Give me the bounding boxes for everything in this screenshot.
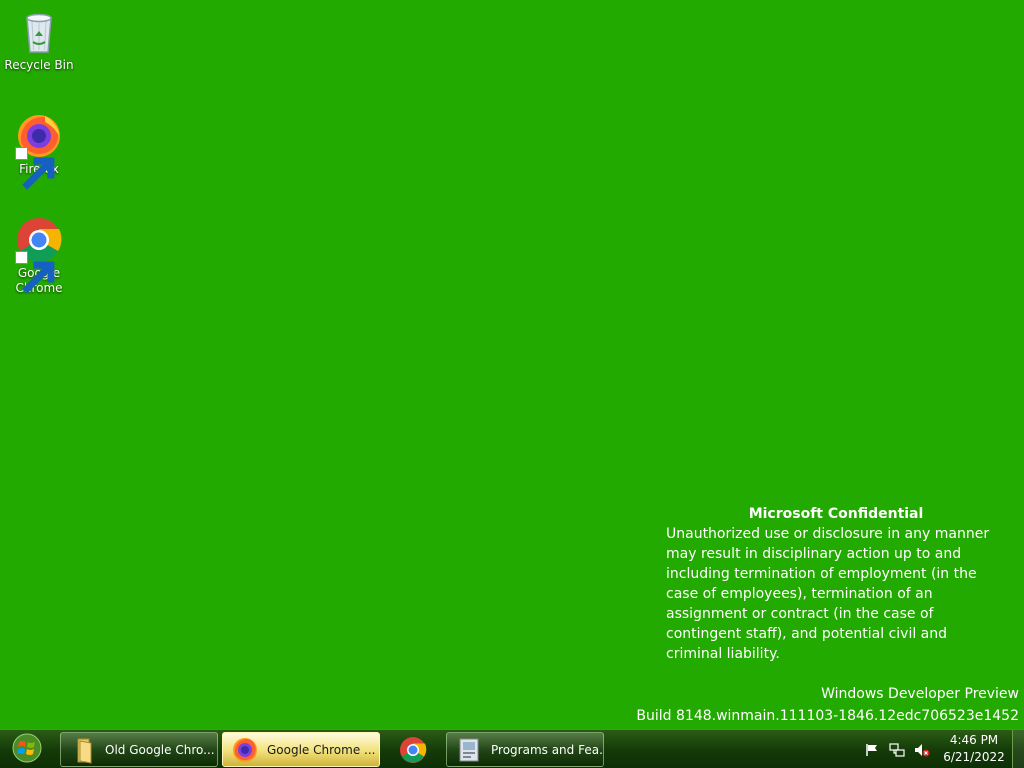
taskbar-button-label: Google Chrome ... <box>267 742 376 757</box>
firefox-icon <box>231 736 259 764</box>
taskbar-button-chrome[interactable] <box>392 732 434 767</box>
show-desktop-button[interactable] <box>1012 730 1024 768</box>
desktop-icon-google-chrome[interactable]: Google Chrome <box>2 216 76 296</box>
desktop-icon-label: Recycle Bin <box>4 58 74 72</box>
notification-area <box>864 730 939 768</box>
shortcut-arrow-icon <box>15 147 55 190</box>
desktop-icon-recycle-bin[interactable]: Recycle Bin <box>2 8 76 73</box>
taskbar-button-programs-and-features[interactable]: Programs and Fea... <box>446 732 604 767</box>
system-clock[interactable]: 4:46 PM 6/21/2022 <box>940 732 1008 766</box>
taskbar-button-label: Old Google Chro... <box>105 742 215 757</box>
taskbar-button-firefox[interactable]: Google Chrome ... <box>222 732 380 767</box>
desktop-icon-firefox[interactable]: Firefox <box>2 112 76 190</box>
desktop[interactable]: Recycle Bin Firefox Google Chrome Micros… <box>0 0 1024 729</box>
chrome-icon <box>399 736 427 764</box>
start-button[interactable] <box>4 732 50 767</box>
chrome-icon <box>15 216 63 294</box>
recycle-bin-icon <box>15 8 63 56</box>
taskbar-button-label: Programs and Fea... <box>491 742 604 757</box>
confidential-body: Unauthorized use or disclosure in any ma… <box>666 526 990 662</box>
volume-muted-icon[interactable] <box>914 742 930 758</box>
taskbar: Old Google Chro... Google Chrome ... Pro… <box>0 729 1024 768</box>
shortcut-arrow-icon <box>15 251 55 294</box>
confidential-notice: Microsoft Confidential Unauthorized use … <box>666 504 1006 664</box>
network-icon[interactable] <box>889 742 905 758</box>
programs-features-icon <box>455 736 483 764</box>
clock-date: 6/21/2022 <box>943 750 1005 764</box>
taskbar-button-explorer[interactable]: Old Google Chro... <box>60 732 218 767</box>
action-center-flag-icon[interactable] <box>864 742 880 758</box>
folder-icon <box>69 736 97 764</box>
confidential-heading: Microsoft Confidential <box>748 506 924 522</box>
windows-logo-icon <box>12 733 42 767</box>
firefox-icon <box>15 112 63 190</box>
watermark-edition: Windows Developer Preview <box>821 686 1019 702</box>
build-watermark: Windows Developer Preview Build 8148.win… <box>636 683 1019 727</box>
watermark-build: Build 8148.winmain.111103-1846.12edc7065… <box>636 708 1019 724</box>
clock-time: 4:46 PM <box>949 733 999 747</box>
